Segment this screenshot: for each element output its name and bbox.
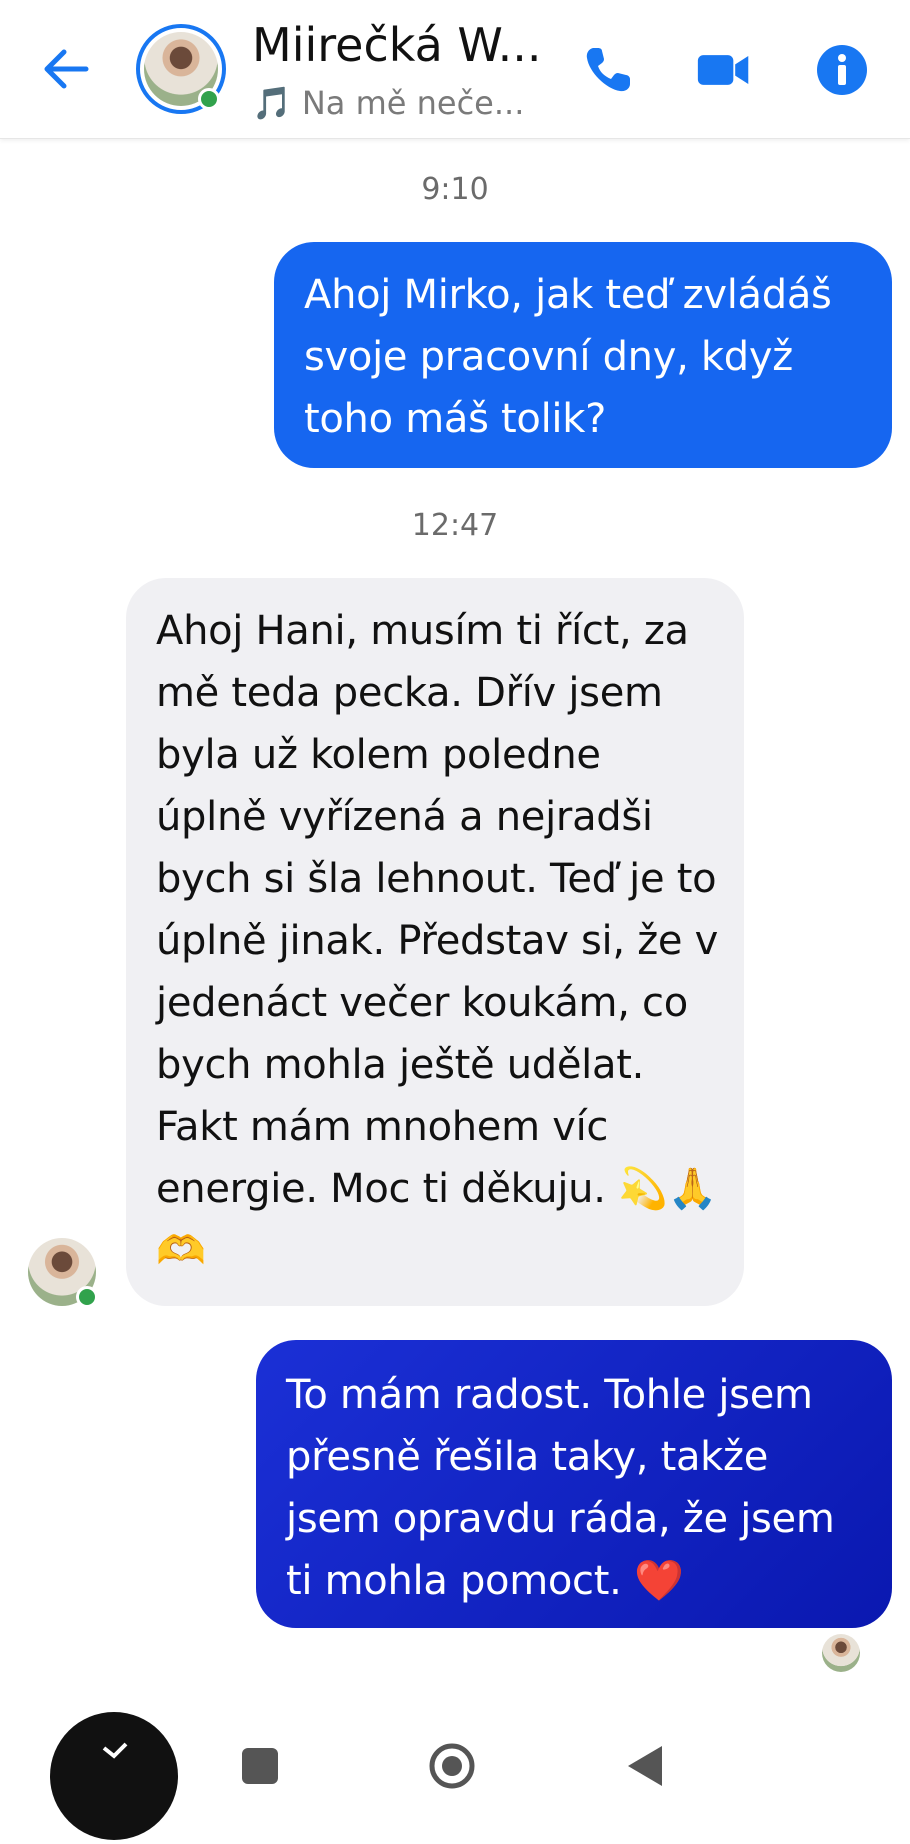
music-note-icon: 🎵 [252,84,292,122]
chevron-icon [102,1742,128,1759]
incoming-message[interactable]: Ahoj Hani, musím ti říct, za mě teda pec… [126,578,744,1306]
online-indicator [198,88,220,110]
recent-apps-icon[interactable] [242,1748,278,1784]
arrow-left-icon[interactable] [40,46,90,92]
chat-header: Miirečká W... 🎵 Na mě neče... [0,0,910,139]
status-text: Na mě neče... [301,84,525,122]
back-triangle-icon[interactable] [626,1744,664,1788]
online-indicator [76,1286,98,1308]
home-icon[interactable] [428,1742,476,1790]
seen-receipt-avatar [822,1634,860,1672]
outgoing-message[interactable]: To mám radost. Tohle jsem přesně řešila … [256,1340,892,1628]
floating-chat-head[interactable] [50,1712,178,1840]
video-camera-icon[interactable] [696,42,752,98]
message-timestamp: 12:47 [411,508,499,543]
info-icon[interactable] [814,42,870,98]
phone-icon[interactable] [580,42,636,98]
contact-status: 🎵 Na mě neče... [252,84,552,122]
outgoing-message[interactable]: Ahoj Mirko, jak teď zvládáš svoje pracov… [274,242,892,468]
contact-name[interactable]: Miirečká W... [252,18,552,72]
message-timestamp: 9:10 [421,172,489,207]
